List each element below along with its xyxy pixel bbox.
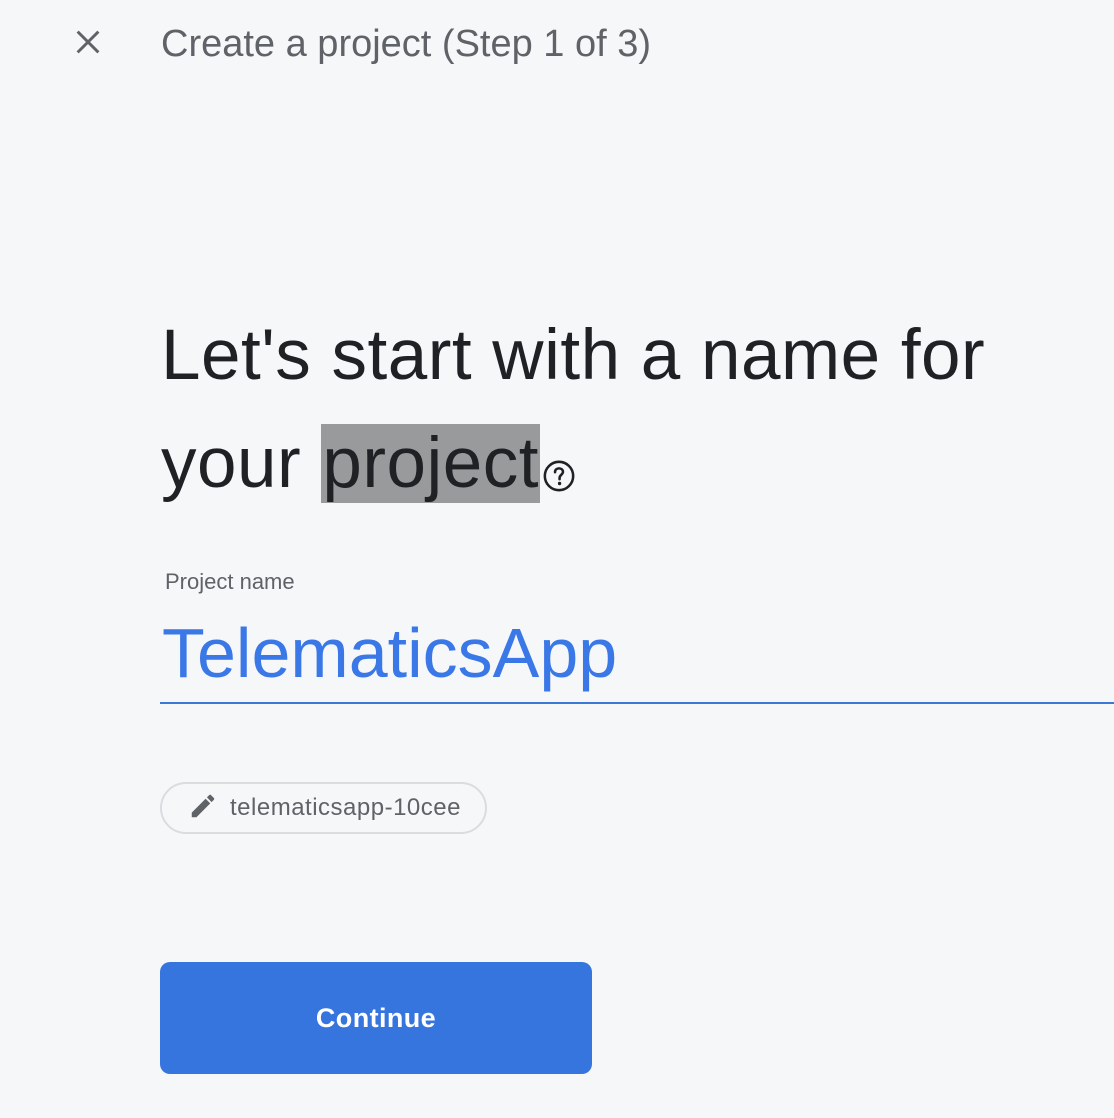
- close-button[interactable]: [66, 22, 110, 66]
- page-title: Create a project (Step 1 of 3): [161, 23, 652, 65]
- create-project-page: Create a project (Step 1 of 3) Let's sta…: [0, 0, 1114, 1118]
- project-id-label: telematicsapp-10cee: [230, 794, 461, 821]
- continue-button[interactable]: Continue: [160, 962, 592, 1074]
- close-icon: [72, 26, 104, 63]
- headline-highlighted-word: project: [321, 424, 540, 503]
- project-name-input[interactable]: [160, 604, 1114, 704]
- headline: Let's start with a name for your project: [161, 302, 1101, 524]
- project-name-label: Project name: [165, 569, 295, 594]
- pencil-icon: [188, 791, 218, 826]
- project-id-chip[interactable]: telematicsapp-10cee: [160, 782, 487, 834]
- help-circle-icon[interactable]: [542, 416, 576, 524]
